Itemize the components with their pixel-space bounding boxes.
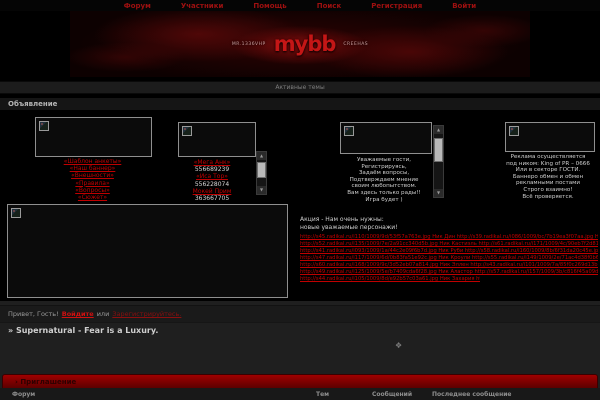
column-topics: Тем	[316, 391, 329, 398]
col4-line: Баннеро обмен и обмен	[496, 174, 600, 181]
col2-link[interactable]: Мокей Прим	[170, 188, 254, 195]
column-last-post: Последнее сообщение	[432, 391, 512, 398]
mybb-logo[interactable]: mybb	[274, 32, 336, 56]
category-label[interactable]: › Приглашение	[15, 378, 76, 386]
col3-line: Подтверждаем мнение	[334, 177, 434, 184]
banner-left-text: MR.1336VHP	[232, 42, 266, 47]
scroll-up-icon[interactable]: ▲	[257, 152, 266, 160]
header-banner: MR.1336VHP mybb CREEHAS	[70, 11, 530, 77]
board-section: Привет, Гость! Войдите или Зарегистрируй…	[0, 301, 600, 400]
col3-line: Игра будет )	[334, 197, 434, 204]
col1-link[interactable]: «Внешности»	[32, 172, 153, 179]
col4-line: Всё проверяется.	[496, 194, 600, 201]
character-url-link[interactable]: http://s49.radikal.ru/i125/1009/5e/b7409…	[300, 269, 598, 276]
announcement-links-col2: «Мега Анк» 556689239 «Иса Тор» 556228074…	[170, 159, 254, 202]
broken-image-icon	[11, 208, 21, 218]
banner-content: MR.1336VHP mybb CREEHAS	[70, 11, 530, 77]
col4-line: Реклама осуществляется	[496, 154, 600, 161]
col1-link[interactable]: «Вопросы»	[32, 187, 153, 194]
register-link[interactable]: Зарегистрируйтесь.	[112, 310, 181, 318]
guest-greeting: Привет, Гость!	[8, 310, 59, 318]
announcement-image-2	[178, 122, 256, 157]
announcement-image-3	[340, 122, 432, 154]
col2-link[interactable]: «Мега Анк»	[170, 159, 254, 166]
board-title: » Supernatural - Fear is a Luxury.	[8, 326, 158, 335]
col1-link[interactable]: «Сюжет»	[32, 194, 153, 201]
announcement-text-col3: Уважаемые гости, Регистрируясь, Задаём в…	[334, 157, 434, 203]
col4-line: Или в секторе ГОСТИ.	[496, 167, 600, 174]
col2-number: 363667705	[170, 195, 254, 202]
guest-bar: Привет, Гость! Войдите или Зарегистрируй…	[0, 305, 600, 323]
col1-link[interactable]: «Шаблон анкеты»	[32, 158, 153, 165]
col3-line: Задаём вопросы,	[334, 170, 434, 177]
login-link[interactable]: Войдите	[62, 310, 94, 318]
col3-line: своим любопытством.	[334, 183, 434, 190]
character-url-link[interactable]: http://s44.radikal.ru/i105/1009/8d/e92b5…	[300, 276, 480, 283]
announcement-title: Объявление	[8, 100, 57, 108]
or-text: или	[97, 310, 110, 318]
action-line-2: новые уважаемые персонажи!	[300, 224, 398, 231]
nav-help[interactable]: Помощь	[253, 2, 286, 10]
col3-line: Уважаемые гости,	[334, 157, 434, 164]
character-url-link[interactable]: http://s60.radikal.ru/i168/1009/9c/3d52e…	[300, 262, 598, 269]
column-forum: Форум	[12, 391, 35, 398]
broken-image-icon	[344, 126, 354, 136]
col4-line: рекламными постами	[496, 180, 600, 187]
col1-link[interactable]: «Правила»	[32, 180, 153, 187]
announcement-header: Объявление	[0, 98, 600, 110]
character-url-link[interactable]: http://s52.radikal.ru/i135/1009/7e/2a91c…	[300, 241, 598, 248]
action-line-1: Акция - Нам очень нужны:	[300, 216, 384, 223]
forum-page: Форум Участники Помощь Поиск Регистрация…	[0, 0, 600, 400]
broken-image-icon	[509, 126, 519, 136]
col2-number: 556689239	[170, 166, 254, 173]
announcement-image-4	[505, 122, 595, 152]
announcement-large-image	[7, 204, 288, 298]
forum-table-header: Форум Тем Сообщений Последнее сообщение	[0, 388, 600, 400]
scrollbar-thumb[interactable]	[257, 162, 266, 178]
nav-register[interactable]: Регистрация	[371, 2, 422, 10]
col1-link[interactable]: «Наш баннер»	[32, 165, 153, 172]
character-url-link[interactable]: http://s41.radikal.ru/i093/1009/1a/44c2e…	[300, 248, 598, 255]
col4-line: Строго взаимно!	[496, 187, 600, 194]
character-url-link[interactable]: http://s45.radikal.ru/i110/1009/9d/53f57…	[300, 234, 598, 241]
nav-members[interactable]: Участники	[181, 2, 224, 10]
broken-image-icon	[39, 121, 49, 131]
scrollbar-thumb[interactable]	[434, 138, 443, 162]
col2-link[interactable]: «Иса Тор»	[170, 173, 254, 180]
category-bar[interactable]: › Приглашение	[2, 374, 598, 389]
col2-number: 556228074	[170, 181, 254, 188]
scroll-down-icon[interactable]: ▼	[257, 186, 266, 194]
column-posts: Сообщений	[372, 391, 412, 398]
announcement-text-col4: Реклама осуществляется под ником: King o…	[496, 154, 600, 200]
col3-line: Вам здесь только рады!!	[334, 190, 434, 197]
collapse-icon[interactable]: ❖	[395, 341, 402, 350]
col4-line: под ником: King of PR – 0666	[496, 161, 600, 168]
nav-search[interactable]: Поиск	[317, 2, 341, 10]
character-url-link[interactable]: http://s47.radikal.ru/i117/1009/6d/0b83f…	[300, 255, 598, 262]
scroll-down-icon[interactable]: ▼	[434, 189, 443, 197]
col2-scrollbar[interactable]: ▲ ▼	[256, 151, 267, 195]
nav-login[interactable]: Войти	[452, 2, 476, 10]
announcement-links-col1: «Шаблон анкеты» «Наш баннер» «Внешности»…	[32, 158, 153, 201]
broken-image-icon	[182, 126, 192, 136]
nav-forum[interactable]: Форум	[124, 2, 151, 10]
top-navbar: Форум Участники Помощь Поиск Регистрация…	[0, 0, 600, 11]
active-topics-bar: Активные темы	[0, 81, 600, 94]
banner-right-text: CREEHAS	[343, 42, 368, 47]
col3-line: Регистрируясь,	[334, 164, 434, 171]
col3-scrollbar[interactable]: ▲ ▼	[433, 125, 444, 198]
announcement-image-1	[35, 117, 152, 157]
active-topics-label[interactable]: Активные темы	[275, 84, 324, 91]
scroll-up-icon[interactable]: ▲	[434, 126, 443, 134]
